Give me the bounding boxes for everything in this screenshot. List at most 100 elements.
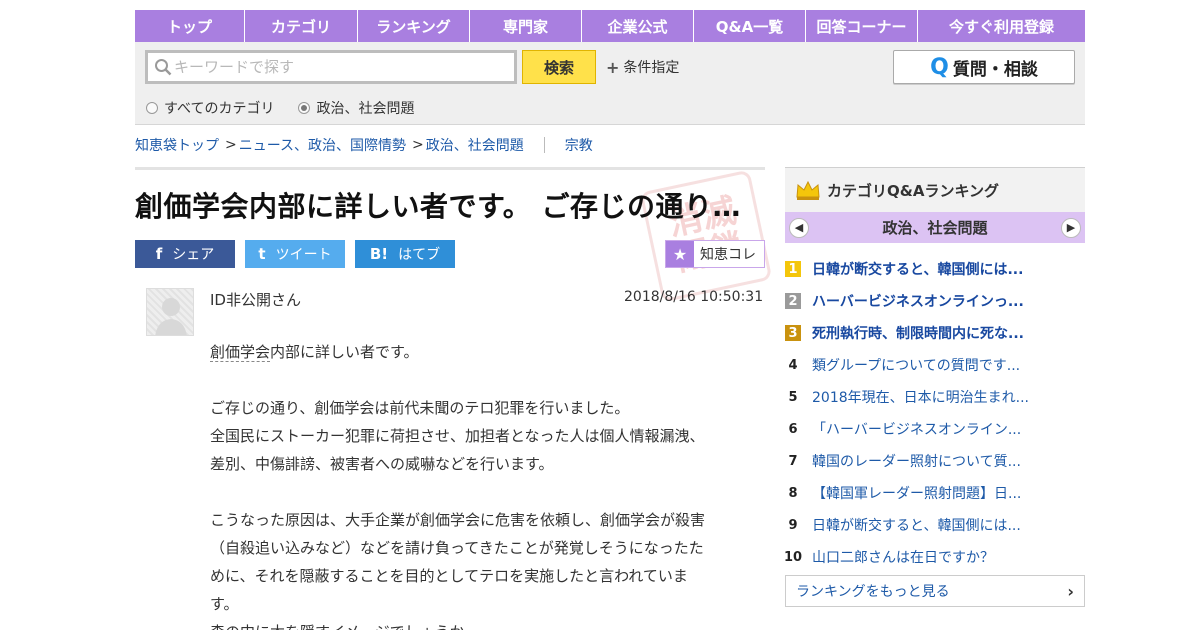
more-ranking-label: ランキングをもっと見る: [796, 584, 950, 600]
ranking-item[interactable]: 5 2018年現在、日本に明治生まれ...: [785, 381, 1085, 413]
body-line: す。: [210, 595, 239, 613]
global-nav: トップ カテゴリ ランキング 専門家 企業公式 Q&A一覧 回答コーナー 今すぐ…: [135, 10, 1085, 42]
rank-number: 5: [788, 389, 798, 405]
search-button[interactable]: 検索: [522, 50, 596, 84]
ranking-item-title: 日韓が断交すると、韓国側には...: [812, 518, 1021, 534]
nav-top[interactable]: トップ: [135, 10, 245, 42]
ranking-category-switcher: ◀ 政治、社会問題 ▶: [785, 212, 1085, 243]
ranking-item[interactable]: 9 日韓が断交すると、韓国側には...: [785, 509, 1085, 541]
twitter-share-button[interactable]: t ツイート: [245, 240, 345, 268]
nav-ranking[interactable]: ランキング: [358, 10, 470, 42]
more-ranking-link[interactable]: ランキングをもっと見る ›: [785, 575, 1085, 607]
scope-all[interactable]: すべてのカテゴリ: [146, 98, 274, 118]
body-line: めに、それを隠蔽することを目的としてテロを実施したと言われていま: [210, 567, 688, 585]
ranking-item-title: 山口二郎さんは在日ですか？: [812, 550, 994, 566]
default-user-icon: [155, 298, 187, 335]
keyword-link[interactable]: 創価学会: [210, 343, 271, 362]
star-icon: ★: [666, 241, 694, 267]
conditions-label: 条件指定: [623, 60, 680, 76]
rank-number: 4: [788, 357, 798, 373]
chevron-right-icon: ›: [1067, 581, 1074, 601]
ranking-item[interactable]: 3 死刑執行時、制限時間内に死な...: [785, 317, 1085, 349]
rank-number: 7: [788, 453, 798, 469]
nav-register[interactable]: 今すぐ利用登録: [918, 10, 1085, 42]
favorite-button[interactable]: ★ 知恵コレ: [665, 240, 765, 268]
ranking-header: カテゴリQ&Aランキング: [785, 167, 1085, 212]
radio-checked: [298, 102, 311, 114]
question-title: 創価学会内部に詳しい者です。 ご存じの通り…: [135, 190, 741, 223]
chevron-right-icon[interactable]: ▶: [1060, 217, 1081, 238]
search-input[interactable]: [174, 58, 504, 76]
ranking-item-title: ハーバービジネスオンラインっ...: [812, 294, 1024, 310]
twitter-share-label: ツイート: [275, 247, 332, 263]
ranking-item-title: 【韓国軍レーダー照射問題】日...: [812, 486, 1022, 502]
scope-politics-label: 政治、社会問題: [316, 101, 415, 117]
nav-answer-corner[interactable]: 回答コーナー: [806, 10, 918, 42]
body-line: 差別、中傷誹謗、被害者への威嚇などを行います。: [210, 455, 554, 473]
ranking-item-title: 「ハーバービジネスオンライン...: [812, 422, 1022, 438]
body-line-rest: 内部に詳しい者です。: [270, 343, 419, 361]
ranking-item[interactable]: 8 【韓国軍レーダー照射問題】日...: [785, 477, 1085, 509]
scope-all-label: すべてのカテゴリ: [164, 101, 275, 117]
radio-unchecked: [146, 102, 158, 114]
search-box: [145, 50, 517, 84]
q-icon: Q: [930, 54, 949, 80]
nav-official[interactable]: 企業公式: [582, 10, 694, 42]
ask-question-button[interactable]: Q 質問・相談: [893, 50, 1075, 84]
twitter-icon: t: [258, 245, 266, 263]
asker-name: ID非公開さん: [210, 291, 301, 309]
conditions-link[interactable]: + 条件指定: [606, 57, 679, 77]
plus-icon: +: [606, 57, 620, 77]
ranking-item[interactable]: 1 日韓が断交すると、韓国側には...: [785, 253, 1085, 285]
search-band: 検索 + 条件指定 Q 質問・相談 すべてのカテゴリ 政治、社会問題: [135, 42, 1085, 125]
main-divider: [135, 167, 765, 170]
favorite-label: 知恵コレ: [700, 247, 756, 263]
crumb-separator: >: [412, 137, 424, 153]
hatena-share-label: はてブ: [398, 247, 441, 263]
crown-icon: [796, 180, 820, 200]
hatena-icon: B!: [369, 245, 389, 263]
crumb-divider: [543, 137, 545, 153]
ask-question-label: 質問・相談: [952, 59, 1038, 80]
crumb-tag-religion[interactable]: 宗教: [565, 135, 593, 155]
crumb-news[interactable]: ニュース、政治、国際情勢: [239, 135, 406, 155]
chevron-left-icon[interactable]: ◀: [789, 217, 809, 238]
rank-number: 3: [785, 325, 801, 341]
search-icon: [155, 59, 172, 76]
rank-number: 10: [783, 549, 803, 565]
body-line: こうなった原因は、大手企業が創価学会に危害を依頼し、創価学会が殺害: [210, 511, 706, 529]
ranking-item[interactable]: 4 類グループについての質問です...: [785, 349, 1085, 381]
rank-number: 1: [785, 261, 801, 277]
ranking-category: 政治、社会問題: [882, 219, 988, 237]
body-line: ご存じの通り、創価学会は前代未聞のテロ犯罪を行いました。: [210, 399, 630, 417]
facebook-share-button[interactable]: f シェア: [135, 240, 235, 268]
facebook-icon: f: [155, 245, 163, 263]
rank-number: 8: [788, 485, 798, 501]
avatar: [146, 288, 194, 336]
ranking-item-title: 2018年現在、日本に明治生まれ...: [812, 390, 1029, 406]
ranking-sidebar: カテゴリQ&Aランキング ◀ 政治、社会問題 ▶ 1 日韓が断交すると、韓国側には…: [783, 167, 1085, 607]
hatena-share-button[interactable]: B! はてブ: [355, 240, 455, 268]
ranking-list: 1 日韓が断交すると、韓国側には... 2 ハーバービジネスオンラインっ... 3死…: [783, 253, 1085, 573]
ranking-item-title: 類グループについての質問です...: [812, 358, 1021, 374]
nav-qa-list[interactable]: Q&A一覧: [694, 10, 806, 42]
rank-number: 2: [785, 293, 801, 309]
facebook-share-label: シェア: [172, 247, 215, 263]
nav-experts[interactable]: 専門家: [470, 10, 582, 42]
body-line: 全国民にストーカー犯罪に荷担させ、加担者となった人は個人情報漏洩、: [210, 427, 705, 445]
ranking-item[interactable]: 2 ハーバービジネスオンラインっ...: [785, 285, 1085, 317]
crumb-separator: >: [225, 137, 237, 153]
crumb-home[interactable]: 知恵袋トップ: [135, 135, 219, 155]
body-line: 創価学会内部に詳しい者です。: [210, 338, 755, 366]
nav-category[interactable]: カテゴリ: [245, 10, 358, 42]
rank-number: 9: [788, 517, 798, 533]
body-line: 森の中に木を隠すイメージでしょうか。: [210, 618, 755, 630]
crumb-politics[interactable]: 政治、社会問題: [426, 135, 524, 155]
ranking-item[interactable]: 7 韓国のレーダー照射について質...: [785, 445, 1085, 477]
ranking-item[interactable]: 6 「ハーバービジネスオンライン...: [785, 413, 1085, 445]
ranking-item[interactable]: 10 山口二郎さんは在日ですか？: [783, 541, 1085, 573]
scope-politics[interactable]: 政治、社会問題: [298, 98, 414, 118]
body-line: （自殺追い込みなど）などを請け負ってきたことが発覚しそうになったた: [210, 539, 704, 557]
rank-number: 6: [788, 421, 798, 437]
ranking-item-title: 死刑執行時、制限時間内に死な...: [812, 326, 1024, 342]
